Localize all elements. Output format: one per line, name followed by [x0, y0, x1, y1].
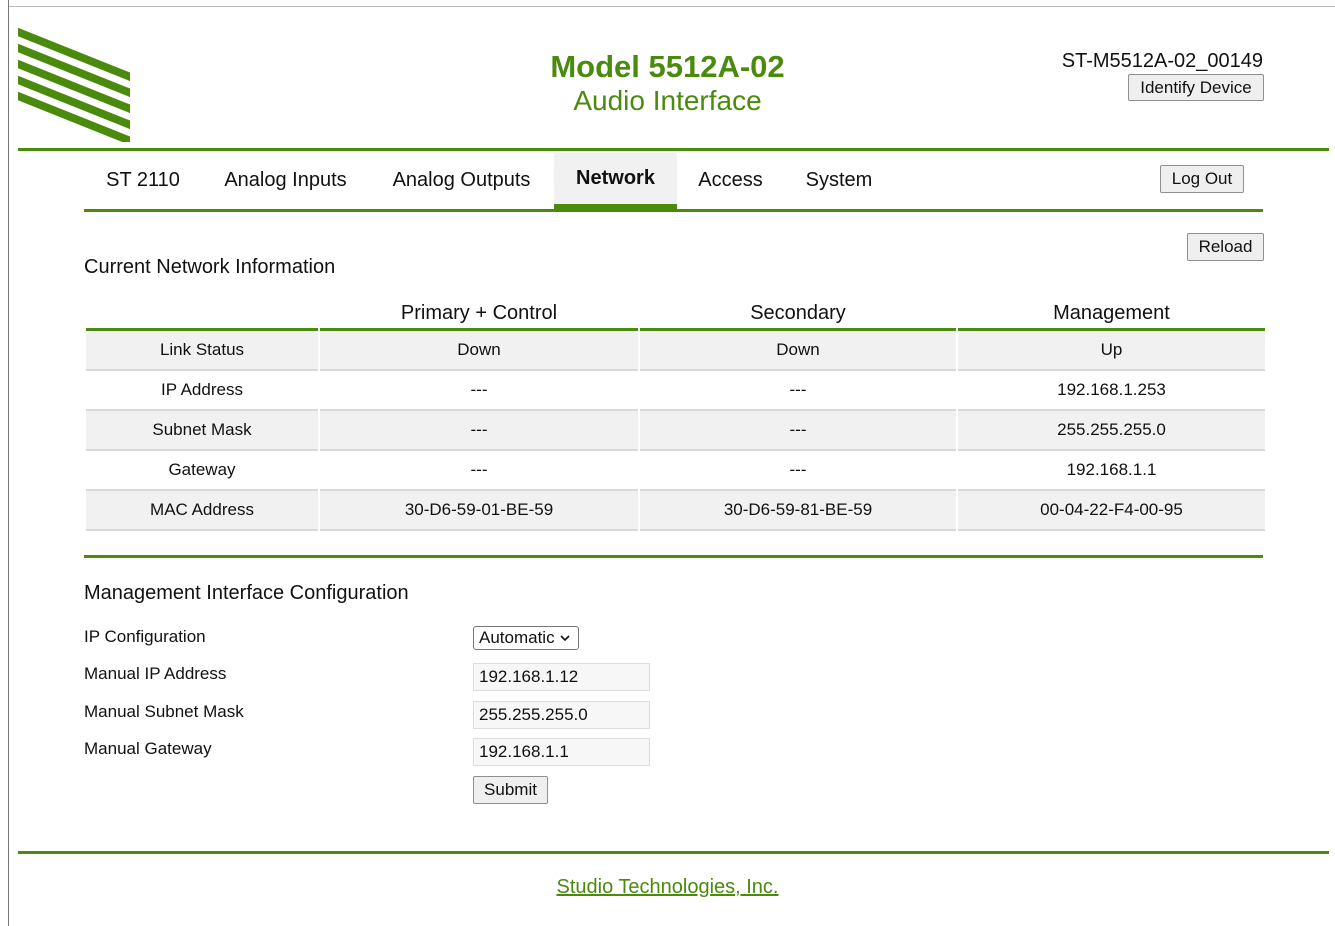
- table-row: MAC Address 30-D6-59-01-BE-59 30-D6-59-8…: [86, 491, 1265, 531]
- table-cell: ---: [320, 411, 638, 451]
- column-header-secondary: Secondary: [640, 298, 956, 331]
- manual-gateway-input[interactable]: [473, 738, 650, 766]
- table-cell: Down: [640, 331, 956, 371]
- tab-st2110[interactable]: ST 2110: [84, 153, 202, 207]
- footer: Studio Technologies, Inc.: [0, 876, 1335, 899]
- identify-device-button[interactable]: Identify Device: [1128, 74, 1264, 101]
- manual-subnet-input[interactable]: [473, 701, 650, 729]
- table-cell: 30-D6-59-01-BE-59: [320, 491, 638, 531]
- network-info-title: Current Network Information: [84, 256, 336, 278]
- table-cell: 00-04-22-F4-00-95: [958, 491, 1265, 531]
- table-cell: 255.255.255.0: [958, 411, 1265, 451]
- row-label: Subnet Mask: [86, 411, 318, 451]
- manual-gateway-label: Manual Gateway: [84, 739, 212, 758]
- table-cell: ---: [640, 411, 956, 451]
- reload-button[interactable]: Reload: [1187, 233, 1264, 261]
- tab-analog-inputs[interactable]: Analog Inputs: [202, 153, 369, 207]
- table-cell: ---: [640, 371, 956, 411]
- section-divider: [84, 555, 1263, 558]
- manual-subnet-label: Manual Subnet Mask: [84, 702, 244, 721]
- tab-access[interactable]: Access: [677, 153, 784, 207]
- tab-network[interactable]: Network: [554, 153, 677, 209]
- table-row: Subnet Mask --- --- 255.255.255.0: [86, 411, 1265, 451]
- table-header-row: Primary + Control Secondary Management: [86, 298, 1265, 331]
- logout-button[interactable]: Log Out: [1160, 165, 1244, 193]
- table-row: Link Status Down Down Up: [86, 331, 1265, 371]
- row-label: MAC Address: [86, 491, 318, 531]
- device-id: ST-M5512A-02_00149: [1061, 50, 1263, 72]
- manual-ip-label: Manual IP Address: [84, 664, 227, 683]
- footer-divider: [18, 851, 1329, 854]
- table-cell: 192.168.1.1: [958, 451, 1265, 491]
- table-cell: 30-D6-59-81-BE-59: [640, 491, 956, 531]
- page-border-top: [8, 6, 1335, 7]
- table-row: Gateway --- --- 192.168.1.1: [86, 451, 1265, 491]
- column-header: [86, 298, 318, 331]
- table-cell: Down: [320, 331, 638, 371]
- row-label: Gateway: [86, 451, 318, 491]
- table-cell: ---: [320, 451, 638, 491]
- row-label: IP Address: [86, 371, 318, 411]
- submit-button[interactable]: Submit: [473, 776, 548, 804]
- nav-divider: [84, 209, 1263, 212]
- chevron-down-icon: [560, 631, 570, 645]
- tab-system[interactable]: System: [784, 153, 894, 207]
- ip-config-value: Automatic: [479, 628, 555, 647]
- page-border-left: [8, 0, 9, 926]
- table-cell: ---: [320, 371, 638, 411]
- table-cell: ---: [640, 451, 956, 491]
- mgmt-config-title: Management Interface Configuration: [84, 582, 409, 604]
- tab-analog-outputs[interactable]: Analog Outputs: [369, 153, 554, 207]
- ip-config-label: IP Configuration: [84, 627, 206, 646]
- company-link[interactable]: Studio Technologies, Inc.: [556, 876, 778, 898]
- table-row: IP Address --- --- 192.168.1.253: [86, 371, 1265, 411]
- manual-ip-input[interactable]: [473, 663, 650, 691]
- network-info-table: Primary + Control Secondary Management L…: [84, 298, 1267, 531]
- ip-config-select[interactable]: Automatic: [473, 626, 579, 650]
- header-divider: [18, 148, 1329, 151]
- column-header-management: Management: [958, 298, 1265, 331]
- table-cell: Up: [958, 331, 1265, 371]
- table-cell: 192.168.1.253: [958, 371, 1265, 411]
- row-label: Link Status: [86, 331, 318, 371]
- column-header-primary: Primary + Control: [320, 298, 638, 331]
